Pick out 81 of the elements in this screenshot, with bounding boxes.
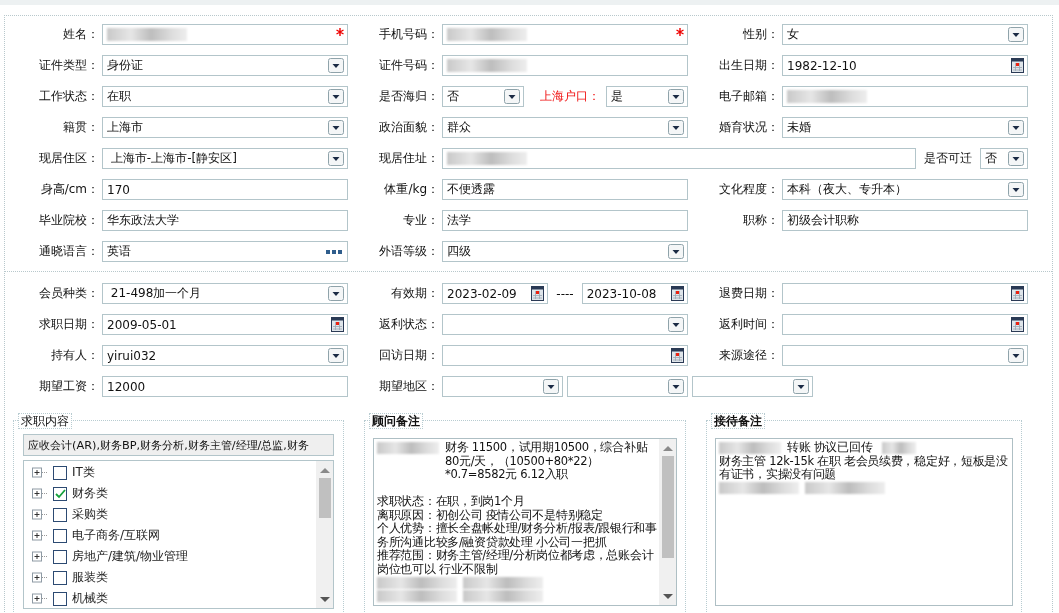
category-label[interactable]: 采购类	[72, 506, 108, 523]
field-label: 证件类型：	[38, 57, 100, 74]
field-label: 文化程度：	[718, 181, 780, 198]
text-field[interactable]: 初级会计职称	[782, 210, 1028, 231]
select-field[interactable]: 四级	[442, 241, 688, 262]
field-label: 有效期：	[390, 285, 440, 302]
text-field[interactable]: 不便透露	[442, 179, 688, 200]
note-text: 财务主管 12k-15k 在职 老会员续费，稳定好，短板是没有证书，实操没有问题	[719, 453, 1008, 481]
field-label: 婚育状况：	[718, 119, 780, 136]
select-field[interactable]: 身份证	[102, 55, 348, 76]
select-field[interactable]: 群众	[442, 117, 688, 138]
field-label: 体重/kg：	[383, 181, 440, 198]
category-label[interactable]: 房地产/建筑/物业管理	[72, 548, 189, 565]
select-field[interactable]: 否	[980, 148, 1028, 169]
text-field[interactable]: 应收会计(AR),财务BP,财务分析,财务主管/经理/总监,财务	[23, 434, 334, 456]
field-label: 专业：	[402, 212, 440, 229]
note-text: 转账 协议已回传	[787, 441, 873, 455]
field-label: 期望工资：	[38, 378, 100, 395]
field-label: 电子邮箱：	[718, 88, 780, 105]
category-label[interactable]: 服装类	[72, 569, 108, 586]
field-label: 出生日期：	[718, 57, 780, 74]
select-field[interactable]: 上海市	[102, 117, 348, 138]
note-text: 个人优势：擅长全盘帐处理/财务分析/报表/跟银行和事务所沟通比较多/融资贷款处理 小公司一把抓	[377, 521, 657, 549]
field-label: 政治面貌：	[378, 119, 440, 136]
panel-title: 接待备注	[711, 413, 765, 429]
field-label: 会员种类：	[38, 285, 100, 302]
select-field[interactable]: 女	[782, 24, 1028, 45]
field-label: 期望地区：	[378, 378, 440, 395]
field-label: 手机号码：	[378, 26, 440, 43]
date-field[interactable]: 2023-02-09	[442, 283, 549, 304]
field-label: 籍贯：	[62, 119, 100, 136]
select-field[interactable]: 本科（夜大、专升本）	[782, 179, 1028, 200]
field-label: 现居住区：	[38, 150, 100, 167]
select-field[interactable]: 在职	[102, 86, 348, 107]
field-label: 是否海归：	[378, 88, 440, 105]
text-field[interactable]: 法学	[442, 210, 688, 231]
text-field[interactable]: 12000	[102, 376, 348, 397]
date-field[interactable]: 1982-12-10	[782, 55, 1028, 76]
select-field[interactable]: 21-498加一个月	[102, 283, 348, 304]
text-field[interactable]: 170	[102, 179, 348, 200]
select-field[interactable]: 上海市-上海市-[静安区]	[102, 148, 348, 169]
field-label: 上海户口：	[540, 88, 600, 105]
note-text: 推荐范围：财务主管/经理/分析岗位都考虑，总账会计岗位也可以 行业不限制	[377, 548, 654, 576]
field-label: 证件号码：	[378, 57, 440, 74]
category-label[interactable]: 电子商务/互联网	[72, 527, 161, 544]
date-field[interactable]: 2023-10-08	[581, 283, 688, 304]
field-label: 通晓语言：	[38, 243, 100, 260]
field-label: 性别：	[742, 26, 780, 43]
date-field[interactable]: 2009-05-01	[102, 314, 348, 335]
category-label[interactable]: IT类	[72, 464, 95, 481]
panel-title: 顾问备注	[369, 413, 423, 429]
field-label: 是否可迁	[924, 150, 972, 167]
field-label: 求职日期：	[38, 316, 100, 333]
notes-textarea[interactable]: 财务 11500，试用期10500，综合补贴80元/天，（10500+80*22）*0.7=8582元 6.12入职 求职状态：在职，到岗1个月 离职原因：初创公司 疫情公司不是特别稳定 个人优势：擅长全盘帐处理/财务分析/报表/跟银行和事务所沟通比较多/融资贷款处理 小公司一把抓 推荐范围：财务主管/经理/分析岗位都考虑，总账会计岗位也可以 行业不限制	[373, 438, 677, 606]
field-label: 返利状态：	[378, 316, 440, 333]
category-label[interactable]: 机械类	[72, 590, 108, 607]
field-label: ----	[556, 286, 574, 301]
field-label: 退费日期：	[718, 285, 780, 302]
field-label: 持有人：	[50, 347, 100, 364]
select-field[interactable]: 是	[606, 86, 688, 107]
select-field[interactable]: yirui032	[102, 345, 348, 366]
text-field[interactable]: 华东政法大学	[102, 210, 348, 231]
field-label: 姓名：	[62, 26, 100, 43]
field-label: 身高/cm：	[39, 181, 100, 198]
field-label: 毕业院校：	[38, 212, 100, 229]
select-field[interactable]: 未婚	[782, 117, 1028, 138]
field-label: 现居住址：	[378, 150, 440, 167]
field-label: 职称：	[742, 212, 780, 229]
category-label[interactable]: 财务类	[72, 485, 108, 502]
field-label: 来源途径：	[718, 347, 780, 364]
picker-field[interactable]: 英语	[102, 241, 348, 262]
field-label: 回访日期：	[378, 347, 440, 364]
field-label: 外语等级：	[378, 243, 440, 260]
select-field[interactable]: 否	[442, 86, 524, 107]
note-text: 离职原因：初创公司 疫情公司不是特别稳定	[377, 507, 603, 522]
notes-textarea[interactable]: 转账 协议已回传 财务主管 12k-15k 在职 老会员续费，稳定好，短板是没有证书，实操没有问题	[715, 438, 1013, 606]
note-text: 财务 11500，试用期10500，综合补贴80元/天，（10500+80*22）*0.7=8582元 6.12入职	[445, 441, 649, 482]
note-text: 求职状态：在职，到岗1个月	[377, 494, 525, 508]
panel-title: 求职内容	[18, 413, 72, 429]
field-label: 返利时间：	[718, 316, 780, 333]
field-label: 工作状态：	[38, 88, 100, 105]
